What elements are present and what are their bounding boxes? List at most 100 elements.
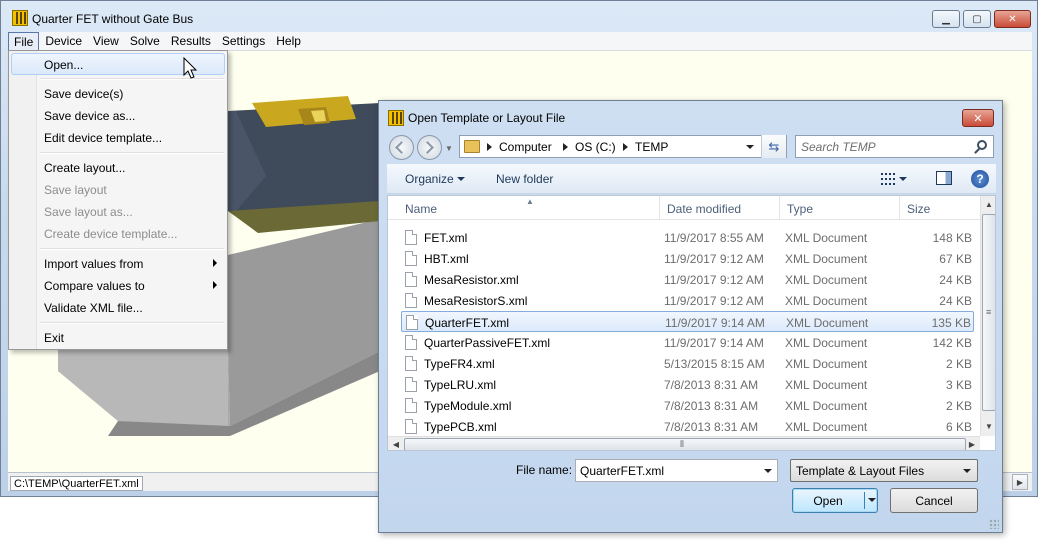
file-row[interactable]: MesaResistor.xml 11/9/2017 9:12 AM XML Doc… bbox=[401, 269, 974, 290]
refresh-button[interactable]: ⇆ bbox=[761, 135, 786, 158]
file-row[interactable]: TypeModule.xml 7/8/2013 8:31 AM XML Docume… bbox=[401, 395, 974, 416]
menu-item-exit[interactable]: Exit bbox=[11, 326, 225, 348]
menu-separator bbox=[40, 248, 224, 250]
breadcrumb-drive[interactable]: OS (C:) bbox=[575, 140, 616, 154]
file-row[interactable]: MesaResistorS.xml 11/9/2017 9:12 AM XML Do… bbox=[401, 290, 974, 311]
back-button[interactable] bbox=[389, 135, 414, 160]
file-name-cell: MesaResistorS.xml bbox=[424, 294, 528, 308]
horizontal-scrollbar[interactable]: ◀ ⦀ ▶ bbox=[388, 436, 980, 450]
breadcrumb-arrow-icon[interactable] bbox=[623, 143, 628, 151]
folder-icon bbox=[464, 140, 480, 153]
menu-item-validate-xml[interactable]: Validate XML file... bbox=[11, 296, 225, 318]
file-size-cell: 6 KB bbox=[945, 420, 972, 434]
file-size-cell: 24 KB bbox=[939, 294, 972, 308]
menu-view[interactable]: View bbox=[88, 32, 124, 51]
file-name-cell: TypeLRU.xml bbox=[424, 378, 497, 392]
menu-device[interactable]: Device bbox=[40, 32, 87, 51]
change-view-icon[interactable] bbox=[881, 173, 895, 185]
scroll-up-icon[interactable]: ▲ bbox=[981, 196, 995, 212]
menu-item-save-device-as[interactable]: Save device as... bbox=[11, 104, 225, 126]
file-row[interactable]: TypeLRU.xml 7/8/2013 8:31 AM XML Document 3… bbox=[401, 374, 974, 395]
menu-file[interactable]: File bbox=[8, 32, 40, 51]
open-button[interactable]: Open bbox=[792, 488, 878, 513]
vertical-scrollbar[interactable]: ▲ ≡ ▼ bbox=[980, 196, 995, 436]
scroll-right-icon[interactable]: ▶ bbox=[964, 437, 980, 450]
preview-pane-icon[interactable] bbox=[936, 171, 952, 185]
menu-item-save-layout-as: Save layout as... bbox=[44, 205, 133, 219]
file-date-cell: 7/8/2013 8:31 AM bbox=[664, 378, 759, 392]
menu-item-create-layout[interactable]: Create layout... bbox=[11, 156, 225, 178]
scroll-right-icon[interactable]: ▶ bbox=[1012, 474, 1028, 490]
vertical-scroll-thumb[interactable]: ≡ bbox=[982, 214, 995, 411]
file-name-combobox[interactable] bbox=[575, 459, 778, 482]
column-date-modified[interactable]: Date modified bbox=[660, 196, 780, 220]
dialog-title: Open Template or Layout File bbox=[408, 111, 566, 125]
xml-file-icon bbox=[405, 335, 417, 350]
menu-item-save-devices[interactable]: Save device(s) bbox=[11, 82, 225, 104]
file-list[interactable]: Name ▲ Date modified Type Size FET.xml 11… bbox=[387, 195, 996, 451]
file-type-filter[interactable]: Template & Layout Files bbox=[790, 459, 978, 482]
address-bar[interactable]: Computer OS (C:) TEMP bbox=[459, 135, 787, 158]
menu-item-import-values[interactable]: Import values from bbox=[11, 252, 225, 274]
close-button[interactable]: ✕ bbox=[994, 10, 1031, 28]
file-row[interactable]: TypePCB.xml 7/8/2013 8:31 AM XML Document 6… bbox=[401, 416, 974, 437]
menu-solve[interactable]: Solve bbox=[125, 32, 165, 51]
open-options-dropdown-icon[interactable] bbox=[868, 498, 876, 502]
xml-file-icon bbox=[405, 251, 417, 266]
breadcrumb-temp[interactable]: TEMP bbox=[635, 140, 668, 154]
forward-button[interactable] bbox=[417, 135, 442, 160]
search-input[interactable] bbox=[796, 136, 972, 157]
horizontal-scroll-thumb[interactable]: ⦀ bbox=[404, 438, 966, 450]
menu-item-compare-values[interactable]: Compare values to bbox=[11, 274, 225, 296]
file-row[interactable]: TypeFR4.xml 5/13/2015 8:15 AM XML Document… bbox=[401, 353, 974, 374]
file-name-label: File name: bbox=[516, 463, 573, 477]
file-type-cell: XML Document bbox=[785, 294, 868, 308]
address-dropdown-icon[interactable] bbox=[746, 145, 754, 149]
organize-button[interactable]: Organize bbox=[405, 172, 454, 186]
search-box[interactable] bbox=[795, 135, 994, 158]
file-size-cell: 142 KB bbox=[932, 336, 972, 350]
new-folder-button[interactable]: New folder bbox=[496, 172, 553, 186]
help-icon[interactable]: ? bbox=[971, 170, 989, 188]
refresh-icon: ⇆ bbox=[768, 138, 780, 154]
file-row[interactable]: FET.xml 11/9/2017 8:55 AM XML Document 148 … bbox=[401, 227, 974, 248]
file-row[interactable]: QuarterFET.xml 11/9/2017 9:14 AM XML Docum… bbox=[401, 311, 974, 332]
file-row[interactable]: HBT.xml 11/9/2017 9:12 AM XML Document 67 K… bbox=[401, 248, 974, 269]
menu-settings[interactable]: Settings bbox=[217, 32, 270, 51]
recent-locations-dropdown-icon[interactable]: ▼ bbox=[445, 144, 453, 153]
file-type-cell: XML Document bbox=[785, 231, 868, 245]
file-size-cell: 24 KB bbox=[939, 273, 972, 287]
file-date-cell: 11/9/2017 9:14 AM bbox=[664, 336, 764, 350]
column-size[interactable]: Size bbox=[900, 196, 980, 220]
dialog-close-button[interactable]: ✕ bbox=[962, 109, 994, 127]
cancel-button[interactable]: Cancel bbox=[890, 488, 978, 513]
menu-bar: File Device View Solve Results Settings … bbox=[8, 32, 1032, 51]
file-type-cell: XML Document bbox=[785, 336, 868, 350]
breadcrumb-arrow-icon[interactable] bbox=[563, 143, 568, 151]
column-type[interactable]: Type bbox=[780, 196, 900, 220]
menu-item-edit-template[interactable]: Edit device template... bbox=[11, 126, 225, 148]
file-type-cell: XML Document bbox=[785, 252, 868, 266]
resize-grip-icon[interactable] bbox=[989, 519, 999, 529]
menu-results[interactable]: Results bbox=[166, 32, 216, 51]
organize-dropdown-icon[interactable] bbox=[457, 177, 465, 181]
open-button-label: Open bbox=[813, 494, 843, 508]
scroll-down-icon[interactable]: ▼ bbox=[981, 418, 995, 434]
file-name-cell: TypeModule.xml bbox=[424, 399, 512, 413]
menu-help[interactable]: Help bbox=[271, 32, 306, 51]
file-type-filter-value: Template & Layout Files bbox=[796, 464, 925, 478]
file-name-input[interactable] bbox=[576, 460, 756, 481]
search-icon[interactable] bbox=[977, 140, 987, 150]
views-dropdown-icon[interactable] bbox=[899, 177, 907, 181]
file-row[interactable]: QuarterPassiveFET.xml 11/9/2017 9:14 AM XM… bbox=[401, 332, 974, 353]
file-name-dropdown-icon[interactable] bbox=[764, 469, 772, 473]
open-file-dialog: Open Template or Layout File ✕ ▼ Compute… bbox=[378, 100, 1003, 533]
breadcrumb-computer[interactable]: Computer bbox=[499, 140, 552, 154]
maximize-button[interactable]: ▢ bbox=[963, 10, 991, 28]
command-bar: Organize New folder ? bbox=[387, 164, 996, 194]
menu-separator bbox=[40, 152, 224, 154]
minimize-button[interactable]: ▁ bbox=[932, 10, 960, 28]
breadcrumb-arrow-icon[interactable] bbox=[487, 143, 492, 151]
scroll-left-icon[interactable]: ◀ bbox=[388, 437, 404, 450]
import-values-label: Import values from bbox=[44, 257, 144, 271]
